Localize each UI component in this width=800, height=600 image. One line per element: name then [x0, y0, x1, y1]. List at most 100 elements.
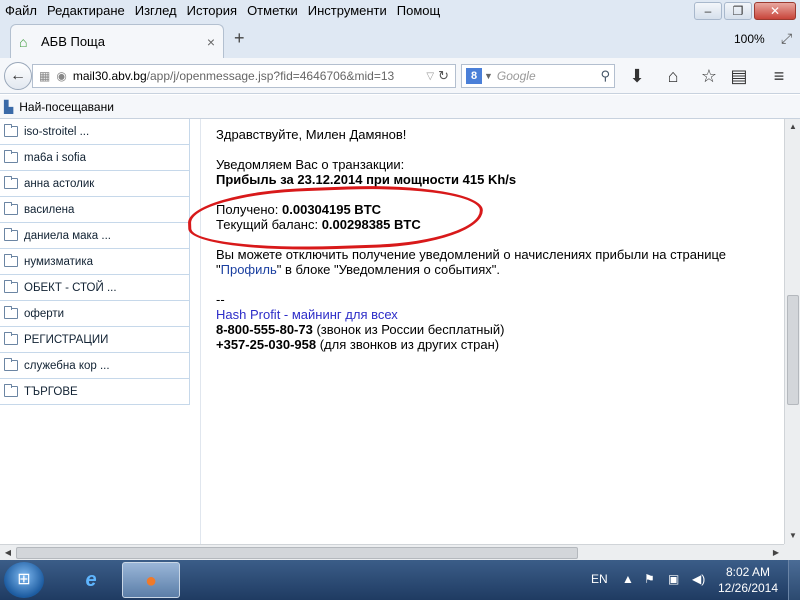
folder-item[interactable]: василена [0, 197, 189, 223]
start-button[interactable]: ⊞ [4, 562, 44, 598]
page-info-icon[interactable]: ▦ [39, 69, 50, 83]
received-line: Получено: 0.00304195 BTC [216, 202, 784, 217]
search-icon[interactable]: ⚲ [600, 68, 610, 84]
tab-abv-mail[interactable]: ⌂ АБВ Поща × [10, 24, 224, 58]
page-content: iso-stroitel ... ma6a i sofia анна астол… [0, 119, 784, 544]
message-body: Здравствуйте, Милен Дамянов! Уведомляем … [216, 127, 784, 352]
show-desktop-button[interactable] [788, 560, 800, 600]
search-engine-icon[interactable]: 8 [466, 68, 482, 84]
phone-russia: 8-800-555-80-73 [216, 322, 313, 337]
folder-label: нумизматика [24, 255, 93, 268]
zoom-level[interactable]: 100% [734, 32, 765, 46]
restore-button[interactable]: ❐ [724, 2, 752, 20]
bookmarks-menu-icon[interactable]: ▤ [728, 66, 750, 87]
search-bar[interactable]: 8 ▼ Google ⚲ [461, 64, 615, 88]
tab-close-icon[interactable]: × [207, 34, 215, 50]
vertical-scrollbar[interactable]: ▲ ▼ [784, 119, 800, 544]
clock-date: 12/26/2014 [717, 581, 779, 595]
hash-profit-link[interactable]: Hash Profit [216, 307, 280, 322]
scroll-down-icon[interactable]: ▼ [785, 528, 800, 544]
folder-label: ma6a i sofia [24, 151, 87, 164]
received-value: 0.00304195 BTC [282, 202, 382, 217]
firefox-icon[interactable]: ● [122, 562, 180, 598]
menu-history[interactable]: История [182, 3, 242, 18]
folder-icon [4, 176, 18, 189]
clock-time: 8:02 AM [725, 565, 771, 579]
profit-line: Прибыль за 23.12.2014 при мощности 415 K… [216, 172, 517, 187]
menu-tools[interactable]: Инструменти [303, 3, 392, 18]
url-text: mail30.abv.bg/app/j/openmessage.jsp?fid=… [73, 69, 423, 83]
folder-icon [4, 384, 18, 397]
balance-value: 0.00298385 BTC [321, 217, 421, 232]
url-host: mail30.abv.bg [72, 69, 147, 83]
folder-icon [4, 332, 18, 345]
close-button[interactable]: ✕ [754, 2, 796, 20]
folder-label: РЕГИСТРАЦИИ [24, 333, 109, 346]
folder-item[interactable]: ТЪРГОВЕ [0, 379, 189, 405]
folder-item[interactable]: анна астолик [0, 171, 189, 197]
url-path: /app/j/openmessage.jsp?fid=4646706&mid=1… [146, 69, 395, 83]
internet-explorer-icon[interactable]: e [62, 562, 120, 598]
search-engine-dropdown-icon[interactable]: ▼ [484, 71, 493, 81]
volume-icon[interactable]: ◀) [692, 572, 705, 586]
menu-view[interactable]: Изглед [130, 3, 182, 18]
back-button[interactable]: ← [4, 62, 32, 90]
language-indicator[interactable]: EN [591, 572, 608, 586]
folder-icon [4, 358, 18, 371]
folder-label: ОБЕКТ - СТОЙ ... [24, 281, 117, 294]
phone-line-russia: 8-800-555-80-73 (звонок из России беспла… [216, 322, 784, 337]
folder-icon [4, 228, 18, 241]
phone-russia-note: (звонок из России бесплатный) [312, 322, 505, 337]
minimize-button[interactable]: – [694, 2, 722, 20]
vertical-scroll-thumb[interactable] [787, 295, 799, 405]
profile-line: "Профиль" в блоке "Уведомления о события… [216, 262, 784, 277]
folder-item[interactable]: РЕГИСТРАЦИИ [0, 327, 189, 353]
phone-intl-note: (для звонков из других стран) [316, 337, 500, 352]
folder-label: iso-stroitel ... [24, 125, 90, 138]
most-visited-icon: ▙ [4, 99, 14, 114]
folder-icon [4, 124, 18, 137]
downloads-icon[interactable]: ⬇ [626, 66, 648, 87]
horizontal-scrollbar[interactable]: ◀ ▶ [0, 544, 784, 560]
signature-dash: -- [216, 292, 225, 307]
folder-item[interactable]: iso-stroitel ... [0, 119, 189, 145]
folder-list: iso-stroitel ... ma6a i sofia анна астол… [0, 119, 190, 405]
home-icon[interactable]: ⌂ [662, 66, 684, 87]
scroll-up-icon[interactable]: ▲ [785, 119, 800, 135]
hamburger-menu-icon[interactable]: ≡ [768, 66, 790, 87]
reload-icon[interactable]: ↻ [438, 68, 449, 84]
fullscreen-icon[interactable]: ⤢ [781, 30, 792, 47]
signature-line: Hash Profit - майнинг для всех [216, 307, 784, 322]
menu-bookmarks[interactable]: Отметки [242, 3, 303, 18]
most-visited-bookmark[interactable]: Най-посещавани [19, 100, 114, 114]
show-hidden-icons-icon[interactable]: ▲ [622, 572, 634, 586]
url-bar[interactable]: ▦ ◉ mail30.abv.bg/app/j/openmessage.jsp?… [32, 64, 456, 88]
network-icon[interactable]: ▣ [668, 572, 679, 586]
folder-item[interactable]: нумизматика [0, 249, 189, 275]
scroll-right-icon[interactable]: ▶ [768, 545, 784, 561]
bookmark-star-icon[interactable]: ☆ [698, 66, 720, 87]
abv-home-icon: ⌂ [19, 33, 28, 50]
folder-item[interactable]: ma6a i sofia [0, 145, 189, 171]
menu-edit[interactable]: Редактиране [42, 3, 130, 18]
search-placeholder: Google [496, 69, 536, 83]
menu-file[interactable]: Файл [0, 3, 42, 18]
system-clock[interactable]: 8:02 AM 12/26/2014 [716, 564, 780, 596]
folder-item[interactable]: служебна кор ... [0, 353, 189, 379]
profile-link[interactable]: Профиль [221, 262, 277, 277]
url-dropdown-icon[interactable]: ▽ [426, 71, 434, 82]
greeting: Здравствуйте, Милен Дамянов! [216, 127, 407, 142]
folder-label: оферти [24, 307, 65, 320]
folder-item[interactable]: ОБЕКТ - СТОЙ ... [0, 275, 189, 301]
balance-line: Текущий баланс: 0.00298385 BTC [216, 217, 784, 232]
action-center-flag-icon[interactable]: ⚑ [644, 572, 655, 586]
folder-item[interactable]: даниела мака ... [0, 223, 189, 249]
tab-title: АБВ Поща [41, 34, 105, 49]
window-controls: – ❐ ✕ [694, 2, 796, 20]
new-tab-button[interactable]: + [234, 28, 245, 49]
menu-help[interactable]: Помощ [392, 3, 445, 18]
disable-notifications-text: Вы можете отключить получение уведомлени… [216, 247, 726, 262]
scroll-left-icon[interactable]: ◀ [0, 545, 16, 561]
horizontal-scroll-thumb[interactable] [16, 547, 578, 559]
folder-item[interactable]: оферти [0, 301, 189, 327]
